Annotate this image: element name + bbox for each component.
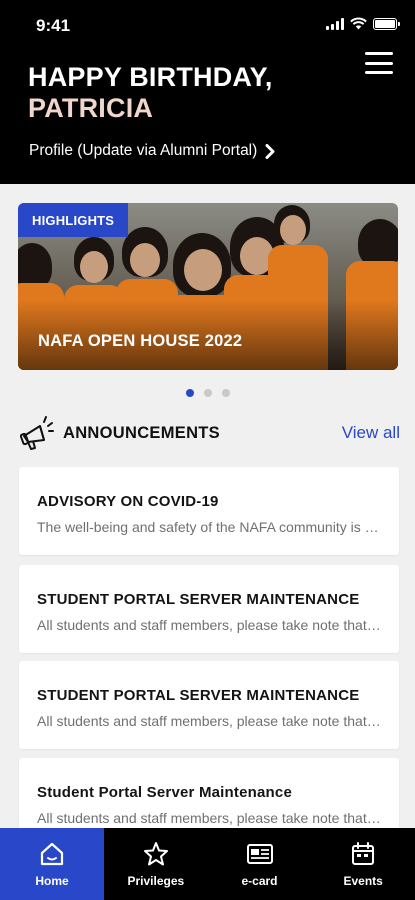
home-icon [40, 842, 64, 866]
calendar-icon [352, 842, 375, 865]
announcement-preview: The well-being and safety of the NAFA co… [37, 519, 383, 535]
menu-line [365, 71, 393, 74]
status-time: 9:41 [36, 16, 71, 35]
greeting-name: PATRICIA [28, 93, 154, 123]
menu-line [365, 61, 393, 65]
tab-privileges[interactable]: Privileges [104, 828, 208, 900]
chevron-right-icon [265, 143, 275, 159]
tab-home[interactable]: Home [0, 828, 104, 900]
megaphone-icon [20, 416, 54, 450]
wifi-icon [350, 17, 367, 30]
highlights-carousel[interactable]: HIGHLIGHTS NAFA OPEN HOUSE 2022 [18, 203, 398, 370]
tab-ecard[interactable]: e-card [208, 828, 312, 900]
status-icons [326, 17, 400, 30]
tab-label: Home [35, 874, 69, 888]
announcement-title: STUDENT PORTAL SERVER MAINTENANCE [37, 591, 360, 608]
announcement-preview: All students and staff members, please t… [37, 617, 383, 633]
cellular-signal-icon [326, 17, 344, 30]
carousel-pagination [0, 389, 415, 397]
announcement-title: ADVISORY ON COVID-19 [37, 493, 219, 510]
view-all-link[interactable]: View all [342, 423, 400, 443]
highlight-title: NAFA OPEN HOUSE 2022 [38, 332, 243, 350]
tab-label: e-card [241, 874, 278, 888]
profile-link-label: Profile (Update via Alumni Portal) [29, 142, 258, 159]
announcement-card[interactable]: ADVISORY ON COVID-19 The well-being and … [19, 467, 399, 555]
tab-label: Privileges [127, 874, 185, 888]
announcement-card[interactable]: STUDENT PORTAL SERVER MAINTENANCE All st… [19, 565, 399, 653]
announcements-header: ANNOUNCEMENTS View all [20, 414, 400, 452]
announcements-title: ANNOUNCEMENTS [63, 424, 220, 442]
tab-label: Events [343, 874, 383, 888]
bottom-tab-bar: Home Privileges e-card Events [0, 828, 415, 900]
greeting-text: HAPPY BIRTHDAY, [28, 62, 273, 92]
highlights-badge: HIGHLIGHTS [18, 203, 129, 237]
tab-events[interactable]: Events [311, 828, 415, 900]
announcement-title: STUDENT PORTAL SERVER MAINTENANCE [37, 687, 360, 704]
battery-icon [373, 17, 400, 30]
hamburger-menu-button[interactable] [365, 52, 393, 74]
carousel-dot[interactable] [221, 389, 230, 397]
carousel-dot[interactable] [185, 389, 194, 397]
birthday-greeting: HAPPY BIRTHDAY, PATRICIA [28, 62, 273, 124]
menu-line [365, 52, 393, 55]
announcement-preview: All students and staff members, please t… [37, 713, 383, 729]
app-header: 9:41 HAPPY BIRTHDAY, PATRICIA Profile (U… [0, 0, 415, 184]
id-card-icon [246, 844, 273, 864]
announcement-card[interactable]: STUDENT PORTAL SERVER MAINTENANCE All st… [19, 661, 399, 749]
carousel-dot[interactable] [203, 389, 212, 397]
announcement-preview: All students and staff members, please t… [37, 810, 383, 826]
profile-link[interactable]: Profile (Update via Alumni Portal) [29, 142, 275, 160]
star-icon [143, 842, 168, 866]
announcement-title: Student Portal Server Maintenance [37, 784, 293, 801]
